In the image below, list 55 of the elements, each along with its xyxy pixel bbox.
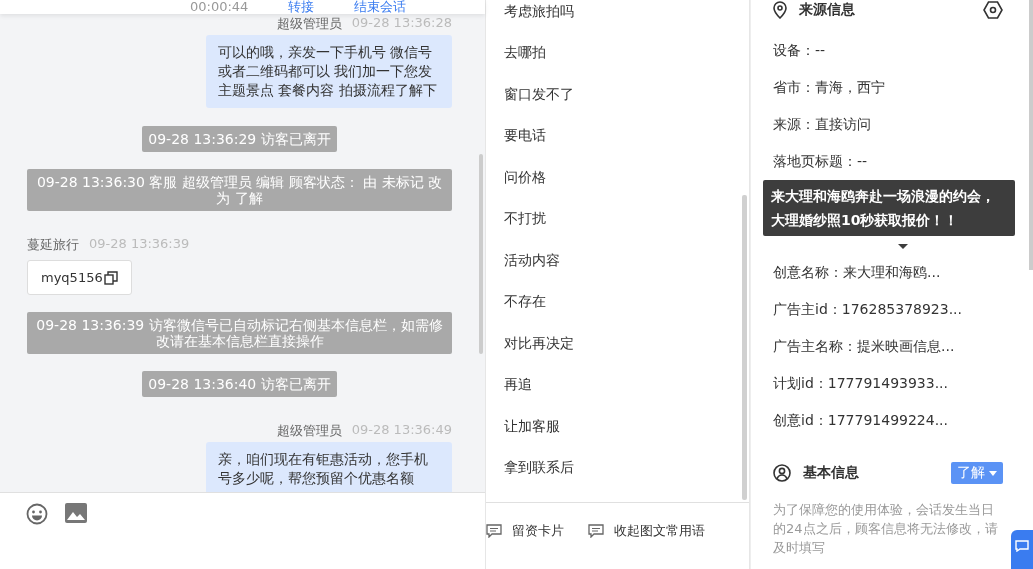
quick-reply-item[interactable]: 拿到联系后 <box>504 447 749 489</box>
quick-reply-item[interactable]: 再追 <box>504 364 749 406</box>
message-time: 09-28 13:36:49 <box>351 422 452 439</box>
caret-icon <box>989 470 997 476</box>
toolbar-button[interactable]: 收起图文常用语 <box>588 522 705 540</box>
quick-reply-item[interactable]: 不存在 <box>504 281 749 323</box>
session-timer: 00:00:44 <box>190 0 249 14</box>
info-field: 创意名称：来大理和海鸥... <box>773 254 1003 291</box>
chat-icon <box>1015 540 1029 552</box>
info-field: 来源：直接访问 <box>773 106 1003 143</box>
comment-icon <box>588 524 604 538</box>
info-field: 省市：青海，西宁 <box>773 69 1003 106</box>
comment-icon <box>486 524 502 538</box>
quick-reply-item[interactable]: 活动内容 <box>504 240 749 282</box>
message-bubble: 可以的哦，亲发一下手机号 微信号或者二维码都可以 我们加一下您发主题景点 套餐内容 拍摄流程了解下 <box>206 35 452 108</box>
wechat-id: myq5156 <box>41 270 103 285</box>
tooltip-arrow <box>898 244 908 249</box>
quick-reply-item[interactable]: 让加客服 <box>504 406 749 448</box>
quick-reply-item[interactable]: 考虑旅拍吗 <box>504 0 749 33</box>
sender-name: 超级管理员 <box>276 15 342 33</box>
system-notice: 09-28 13:36:29 访客已离开 <box>142 126 337 152</box>
quick-reply-item[interactable]: 要电话 <box>504 115 749 157</box>
toolbar-button[interactable]: 留资卡片 <box>486 522 564 540</box>
copy-icon[interactable] <box>103 270 118 285</box>
quick-reply-item[interactable]: 窗口发不了 <box>504 74 749 116</box>
header-link[interactable]: 转接 <box>288 0 315 14</box>
settings-icon[interactable] <box>983 1 1003 19</box>
tooltip: 来大理和海鸥奔赴一场浪漫的约会，大理婚纱照10秒获取报价！！ <box>763 180 1015 236</box>
quick-reply-item[interactable]: 对比再决定 <box>504 323 749 365</box>
sender-name: 超级管理员 <box>276 422 342 440</box>
info-field: 创意id：177791499224... <box>773 402 1003 439</box>
info-field: 广告主名称：提米映画信息... <box>773 328 1003 365</box>
message-time: 09-28 13:36:39 <box>89 236 190 253</box>
system-notice: 09-28 13:36:39 访客微信号已自动标记右侧基本信息栏，如需修改请在基本信息栏直接操作 <box>27 312 452 354</box>
chat-float-button[interactable] <box>1011 530 1033 569</box>
system-notice: 09-28 13:36:40 访客已离开 <box>142 371 337 397</box>
emoji-icon[interactable] <box>26 503 48 525</box>
info-field: 落地页标题：-- <box>773 143 1003 180</box>
section-title: 来源信息 <box>799 1 855 19</box>
quick-reply-item[interactable]: 去哪拍 <box>504 32 749 74</box>
section-title: 基本信息 <box>803 464 859 482</box>
message-bubble: 亲，咱们现在有钜惠活动，您手机号多少呢，帮您预留个优惠名额 <box>206 442 452 492</box>
info-field: 设备：-- <box>773 32 1003 69</box>
info-field: 计划id：177791493933... <box>773 365 1003 402</box>
message-time: 09-28 13:36:28 <box>351 15 452 32</box>
image-icon[interactable] <box>65 503 87 523</box>
info-field: 广告主id：176285378923... <box>773 291 1003 328</box>
quick-reply-item[interactable]: 不打扰 <box>504 198 749 240</box>
notice-text: 为了保障您的使用体验，会话发生当日的24点之后，顾客信息将无法修改，请及时填写 <box>773 501 999 557</box>
system-notice: 09-28 13:36:30 客服 超级管理员 编辑 顾客状态： 由 未标记 改为 了解 <box>27 169 452 211</box>
sender-name: 蔓延旅行 <box>27 236 79 254</box>
quick-reply-item[interactable]: 问价格 <box>504 157 749 199</box>
location-pin-icon <box>773 1 787 19</box>
header-link[interactable]: 结束会话 <box>354 0 407 14</box>
user-icon <box>773 464 791 482</box>
